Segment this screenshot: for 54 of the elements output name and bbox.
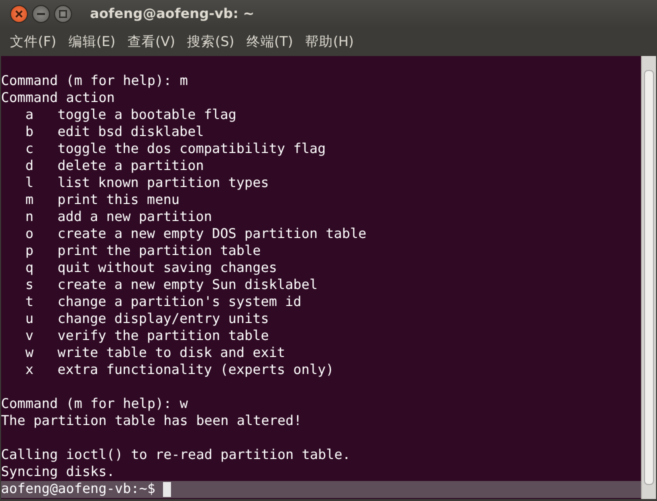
option-key: n	[1, 209, 34, 226]
menu-item[interactable]: 搜索(S)	[181, 33, 240, 51]
option-description: extra functionality (experts only)	[58, 362, 334, 379]
terminal-line: The partition table has been altered!	[1, 413, 302, 430]
text-cursor	[163, 482, 172, 497]
scrollbar-thumb[interactable]	[644, 70, 654, 485]
option-description: print this menu	[58, 192, 180, 209]
option-description: create a new empty DOS partition table	[58, 226, 366, 243]
option-description: print the partition table	[58, 243, 261, 260]
terminal-line: Calling ioctl() to re-read partition table.	[1, 447, 350, 464]
terminal-line: Syncing disks.	[1, 464, 115, 481]
menu-item[interactable]: 文件(F)	[4, 33, 62, 51]
option-description: verify the partition table	[58, 328, 269, 345]
option-key: x	[1, 362, 34, 379]
menu-item[interactable]: 查看(V)	[121, 33, 182, 51]
maximize-icon	[59, 10, 67, 18]
terminal-line: Command action	[1, 90, 115, 107]
option-key: q	[1, 260, 34, 277]
option-description: add a new partition	[58, 209, 212, 226]
terminal-line: Command (m for help): m	[1, 73, 188, 90]
option-key: t	[1, 294, 34, 311]
option-key: b	[1, 124, 34, 141]
option-description: create a new empty Sun disklabel	[58, 277, 318, 294]
option-key: o	[1, 226, 34, 243]
menu-item[interactable]: 终端(T)	[240, 33, 300, 51]
option-key: s	[1, 277, 34, 294]
option-key: a	[1, 107, 34, 124]
option-description: toggle a bootable flag	[58, 107, 236, 124]
option-description: list known partition types	[58, 175, 269, 192]
minimize-button[interactable]	[32, 5, 50, 23]
menu-item[interactable]: 帮助(H)	[299, 33, 360, 51]
option-description: edit bsd disklabel	[58, 124, 204, 141]
scrollbar[interactable]	[641, 56, 656, 499]
menu-item[interactable]: 编辑(E)	[62, 33, 122, 51]
option-description: toggle the dos compatibility flag	[58, 141, 326, 158]
terminal-line: Command (m for help): w	[1, 396, 188, 413]
close-icon	[15, 10, 23, 18]
option-key: d	[1, 158, 34, 175]
option-key: l	[1, 175, 34, 192]
option-key: p	[1, 243, 34, 260]
minimize-icon	[37, 13, 45, 15]
option-key: w	[1, 345, 34, 362]
option-description: change display/entry units	[58, 311, 269, 328]
close-button[interactable]	[10, 5, 28, 23]
maximize-button[interactable]	[54, 5, 72, 23]
option-key: u	[1, 311, 34, 328]
option-key: v	[1, 328, 34, 345]
option-key: m	[1, 192, 34, 209]
option-description: delete a partition	[58, 158, 204, 175]
option-description: write table to disk and exit	[58, 345, 286, 362]
option-description: quit without saving changes	[58, 260, 277, 277]
option-key: c	[1, 141, 34, 158]
window-title: aofeng@aofeng-vb: ~	[90, 6, 254, 22]
option-description: change a partition's system id	[58, 294, 302, 311]
